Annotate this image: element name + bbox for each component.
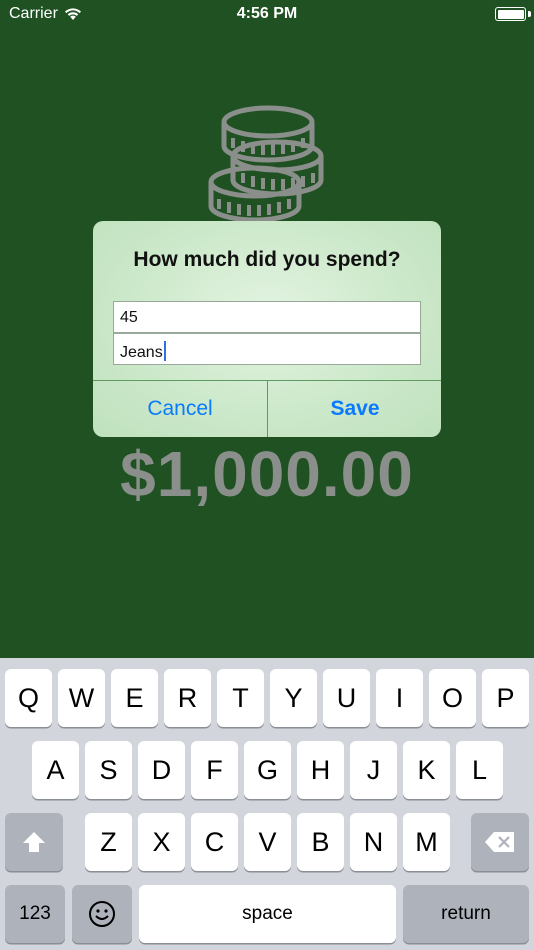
key-o[interactable]: O — [429, 669, 476, 727]
key-q[interactable]: Q — [5, 669, 52, 727]
keyboard: Q W E R T Y U I O P A S D F G H J K L Z … — [0, 658, 534, 950]
description-field[interactable]: Jeans — [113, 333, 421, 365]
key-x[interactable]: X — [138, 813, 185, 871]
key-e[interactable]: E — [111, 669, 158, 727]
emoji-icon — [89, 901, 115, 927]
delete-icon — [485, 832, 514, 852]
key-u[interactable]: U — [323, 669, 370, 727]
amount-value: 45 — [120, 309, 138, 326]
key-y[interactable]: Y — [270, 669, 317, 727]
key-w[interactable]: W — [58, 669, 105, 727]
key-z[interactable]: Z — [85, 813, 132, 871]
save-button[interactable]: Save — [268, 381, 441, 437]
key-d[interactable]: D — [138, 741, 185, 799]
status-time: 4:56 PM — [236, 5, 298, 22]
key-s[interactable]: S — [85, 741, 132, 799]
key-p[interactable]: P — [482, 669, 529, 727]
text-cursor — [163, 341, 166, 361]
battery-icon — [495, 7, 526, 21]
key-r[interactable]: R — [164, 669, 211, 727]
shift-key[interactable] — [5, 813, 63, 871]
description-value: Jeans — [120, 344, 163, 361]
key-b[interactable]: B — [297, 813, 344, 871]
key-l[interactable]: L — [456, 741, 503, 799]
cancel-button[interactable]: Cancel — [93, 381, 267, 437]
key-t[interactable]: T — [217, 669, 264, 727]
coins-stack-icon — [208, 105, 324, 223]
status-bar: Carrier 4:56 PM — [0, 0, 534, 30]
key-v[interactable]: V — [244, 813, 291, 871]
return-key[interactable]: return — [403, 885, 529, 943]
key-n[interactable]: N — [350, 813, 397, 871]
key-f[interactable]: F — [191, 741, 238, 799]
space-key[interactable]: space — [139, 885, 396, 943]
expense-dialog: How much did you spend? 45 Jeans Cancel … — [93, 221, 441, 437]
shift-icon — [23, 832, 45, 852]
balance-amount: $1,000.00 — [120, 438, 414, 510]
key-h[interactable]: H — [297, 741, 344, 799]
key-m[interactable]: M — [403, 813, 450, 871]
battery-tip — [528, 11, 531, 17]
key-c[interactable]: C — [191, 813, 238, 871]
key-g[interactable]: G — [244, 741, 291, 799]
key-j[interactable]: J — [350, 741, 397, 799]
delete-key[interactable] — [471, 813, 529, 871]
amount-field[interactable]: 45 — [113, 301, 421, 333]
key-k[interactable]: K — [403, 741, 450, 799]
key-i[interactable]: I — [376, 669, 423, 727]
dialog-title: How much did you spend? — [133, 248, 401, 271]
key-a[interactable]: A — [32, 741, 79, 799]
emoji-key[interactable] — [72, 885, 132, 943]
numbers-key[interactable]: 123 — [5, 885, 65, 943]
